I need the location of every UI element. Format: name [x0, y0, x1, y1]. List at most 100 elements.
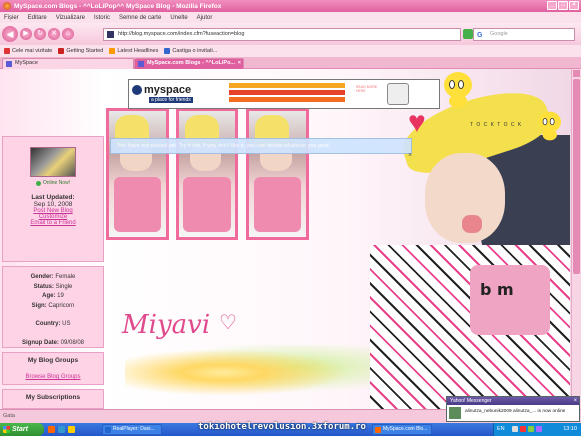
back-arrow-icon[interactable]: ◀	[2, 26, 18, 42]
volume-icon[interactable]	[512, 426, 518, 432]
menu-bar: Fișier Editare Vizualizare Istoric Semne…	[0, 12, 581, 23]
windows-logo-icon	[3, 426, 10, 433]
menu-bookmarks[interactable]: Semne de carte	[119, 15, 161, 21]
blog-groups-heading: My Blog Groups	[27, 357, 79, 364]
taskbar-firefox[interactable]: MySpace.com Blo...	[372, 424, 432, 435]
go-button[interactable]	[463, 29, 473, 39]
quick-launch	[48, 426, 75, 433]
tweety-icon	[535, 111, 562, 141]
start-button[interactable]: Start	[0, 423, 44, 436]
close-window-button[interactable]: ×	[569, 1, 579, 10]
email-friend-link[interactable]: Email to a Friend	[3, 220, 103, 226]
bookmark-most-visited[interactable]: Cele mai vizitate	[4, 48, 52, 54]
network-icon[interactable]	[528, 426, 534, 432]
subscriptions-heading: My Subscriptions	[25, 394, 81, 401]
firefox-icon	[3, 2, 11, 10]
ie-quicklaunch-icon[interactable]	[58, 426, 65, 433]
window-title: MySpace.com Blogs - ^^LoLiPop^^ MySpace …	[14, 2, 222, 10]
bookmark-latest-headlines[interactable]: Latest Headlines	[109, 48, 158, 54]
profile-age: Age: 19	[42, 293, 64, 299]
menu-edit[interactable]: Editare	[28, 15, 47, 21]
window-controls: _ □ ×	[547, 1, 579, 10]
firefox-quicklaunch-icon[interactable]	[48, 426, 55, 433]
browse-blog-groups-link[interactable]: Browse Blog Groups	[3, 374, 103, 380]
stop-icon[interactable]: ✕	[48, 28, 60, 40]
menu-view[interactable]: Vizualizare	[56, 15, 85, 21]
profile-sidebar: Online Now! Last Updated: Sep 10, 2008 P…	[2, 136, 104, 413]
banner-stripe	[229, 90, 345, 95]
rss-icon	[109, 48, 116, 54]
menu-help[interactable]: Ajutor	[197, 15, 213, 21]
tab-label: MySpace	[15, 60, 38, 66]
tab-label: MySpace.com Blogs - ^^LoLiPo...	[147, 60, 236, 66]
buddy-avatar	[449, 407, 461, 419]
profile-sign: Sign: Capricorn	[31, 302, 75, 309]
vertical-scrollbar[interactable]	[571, 69, 581, 409]
banner-stripe	[229, 83, 345, 88]
menu-tools[interactable]: Unelte	[170, 15, 187, 21]
scrollbar-thumb[interactable]	[573, 79, 580, 274]
last-updated-label: Last Updated:	[31, 194, 75, 201]
subscriptions-box: My Subscriptions	[2, 389, 104, 409]
menu-file[interactable]: Fișier	[4, 15, 19, 21]
photo-frame	[106, 108, 169, 240]
scroll-up-icon[interactable]	[573, 70, 580, 77]
myspace-tab-icon	[6, 61, 12, 67]
artwork-bubble-text: T O C K T O C K	[470, 122, 523, 128]
blog-groups-box: My Blog Groups Browse Blog Groups	[2, 352, 104, 385]
close-icon[interactable]: ×	[408, 152, 412, 159]
tweety-icon	[440, 72, 474, 108]
clock: 13:10	[563, 426, 577, 432]
reload-icon[interactable]: ↻	[34, 28, 46, 40]
tab-myspace[interactable]: MySpace	[2, 58, 134, 69]
taskbar-realplayer[interactable]: RealPlayer: Dani...	[102, 424, 162, 435]
forward-arrow-icon[interactable]: ▶	[20, 28, 32, 40]
desktop-quicklaunch-icon[interactable]	[68, 426, 75, 433]
profile-signup-date: Signup Date: 09/08/08	[21, 339, 85, 346]
messenger-title: Yahoo! Messenger	[447, 397, 579, 405]
photo-frame	[176, 108, 238, 240]
tab-myspace-blogs[interactable]: MySpace.com Blogs - ^^LoLiPo... ×	[134, 58, 244, 69]
firefox-icon	[375, 427, 381, 433]
minimize-button[interactable]: _	[547, 1, 557, 10]
bookmark-icon	[164, 48, 171, 54]
realplayer-icon	[105, 427, 111, 433]
antivirus-icon[interactable]	[520, 426, 526, 432]
no-posts-notice: You have not posted yet. Try it out, if …	[110, 138, 412, 154]
profile-status: Status: Single	[33, 283, 73, 290]
system-tray: EN 13:10	[493, 423, 581, 436]
search-placeholder: Google	[490, 31, 508, 37]
artwork-name-text: Miyavi	[122, 310, 211, 340]
tab-bar: MySpace MySpace.com Blogs - ^^LoLiPo... …	[0, 57, 581, 69]
avatar[interactable]	[30, 147, 76, 177]
maximize-button[interactable]: □	[558, 1, 568, 10]
bookmark-icon	[4, 48, 10, 54]
banner-stripe	[229, 97, 345, 102]
heart-icon: ♡	[219, 312, 237, 334]
messenger-tray-icon[interactable]	[536, 426, 542, 432]
bookmark-getting-started[interactable]: Getting Started	[58, 48, 103, 54]
profile-card: Online Now! Last Updated: Sep 10, 2008 P…	[2, 136, 104, 262]
bookmark-castiga[interactable]: Castiga o invitati...	[164, 48, 217, 54]
myspace-banner[interactable]: myspace a place for friends READ MORE HE…	[128, 79, 440, 109]
artwork-shirt-text: b m	[480, 280, 514, 299]
myspace-logo: myspace	[132, 84, 191, 96]
language-indicator[interactable]: EN	[497, 423, 505, 436]
search-input[interactable]: G Google	[473, 28, 575, 41]
messenger-notification[interactable]: Yahoo! Messenger × alinutza_nebunik2009 …	[446, 396, 580, 422]
window-title-bar[interactable]: MySpace.com Blogs - ^^LoLiPop^^ MySpace …	[0, 0, 581, 12]
menu-history[interactable]: Istoric	[94, 15, 110, 21]
bookmarks-toolbar: Cele mai vizitate Getting Started Latest…	[0, 45, 581, 57]
home-icon[interactable]: ⌂	[62, 28, 74, 40]
close-tab-icon[interactable]: ×	[238, 59, 241, 68]
myspace-tagline: a place for friends	[149, 97, 193, 103]
close-icon[interactable]: ×	[573, 397, 577, 405]
bookmark-icon	[58, 48, 65, 54]
myspace-people-icon	[132, 85, 142, 96]
photo-frame	[246, 108, 309, 240]
address-bar[interactable]: http://blog.myspace.com/index.cfm?fuseac…	[103, 28, 461, 41]
tray-icons	[512, 426, 542, 432]
banner-promo-text[interactable]: READ MORE HERE	[356, 85, 382, 93]
address-url: http://blog.myspace.com/index.cfm?fuseac…	[118, 31, 245, 37]
heart-icon: ♥	[408, 106, 426, 139]
